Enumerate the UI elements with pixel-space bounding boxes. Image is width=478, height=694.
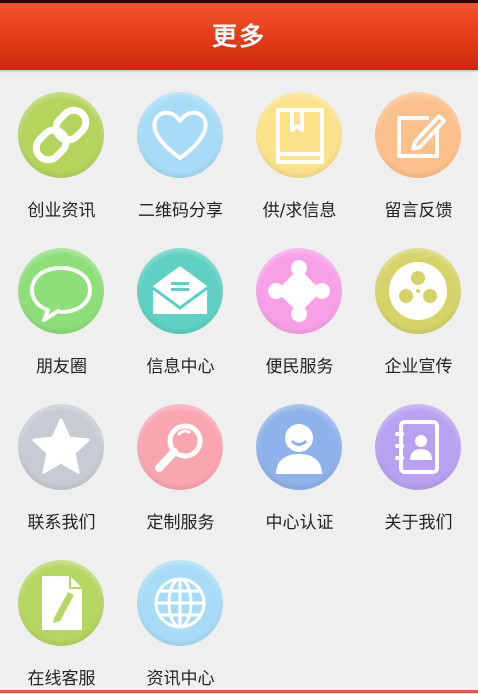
menu-item-label: 中心认证 [265,513,334,533]
menu-item-label: 在线客服 [27,669,96,689]
address-book-icon [375,404,461,490]
heart-icon [137,92,223,178]
document-pen-icon [18,560,104,646]
menu-item-about-us[interactable]: 关于我们 [359,382,478,538]
menu-item-label: 定制服务 [146,513,215,533]
menu-grid: 创业资讯 二维码分享 供/求信息 留言反馈 朋友圈 信息中心 便民服务 企业宣传… [0,70,478,693]
menu-item-news-center[interactable]: 资讯中心 [121,538,240,694]
menu-item-label: 二维码分享 [138,201,223,221]
menu-item-promotion[interactable]: 企业宣传 [359,226,478,382]
menu-item-label: 朋友圈 [36,357,87,377]
menu-item-label: 便民服务 [265,357,334,377]
menu-item-info-center[interactable]: 信息中心 [121,226,240,382]
menu-item-qrcode-share[interactable]: 二维码分享 [121,70,240,226]
page-title: 更多 [211,22,266,51]
menu-item-label: 资讯中心 [146,669,215,689]
menu-item-label: 信息中心 [146,357,215,377]
menu-item-convenience[interactable]: 便民服务 [240,226,359,382]
globe-icon [137,560,223,646]
menu-item-label: 留言反馈 [384,201,453,221]
menu-item-chuangye[interactable]: 创业资讯 [2,70,121,226]
magnifier-icon [137,404,223,490]
envelope-icon [137,248,223,334]
menu-item-contact-us[interactable]: 联系我们 [2,382,121,538]
menu-item-moments[interactable]: 朋友圈 [2,226,121,382]
menu-item-label: 供/求信息 [262,201,337,221]
menu-item-label: 创业资讯 [27,201,96,221]
menu-item-online-support[interactable]: 在线客服 [2,538,121,694]
film-reel-icon [375,248,461,334]
menu-item-custom-service[interactable]: 定制服务 [121,382,240,538]
menu-item-supply-demand[interactable]: 供/求信息 [240,70,359,226]
puzzle-icon [256,248,342,334]
chain-link-icon [18,92,104,178]
menu-item-certification[interactable]: 中心认证 [240,382,359,538]
menu-item-label: 关于我们 [384,513,453,533]
menu-item-feedback[interactable]: 留言反馈 [359,70,478,226]
edit-note-icon [375,92,461,178]
user-icon [256,404,342,490]
book-icon [256,92,342,178]
header-bar: 更多 [0,3,478,70]
menu-item-label: 联系我们 [27,513,96,533]
menu-item-label: 企业宣传 [384,357,453,377]
star-icon [18,404,104,490]
speech-bubble-icon [18,248,104,334]
